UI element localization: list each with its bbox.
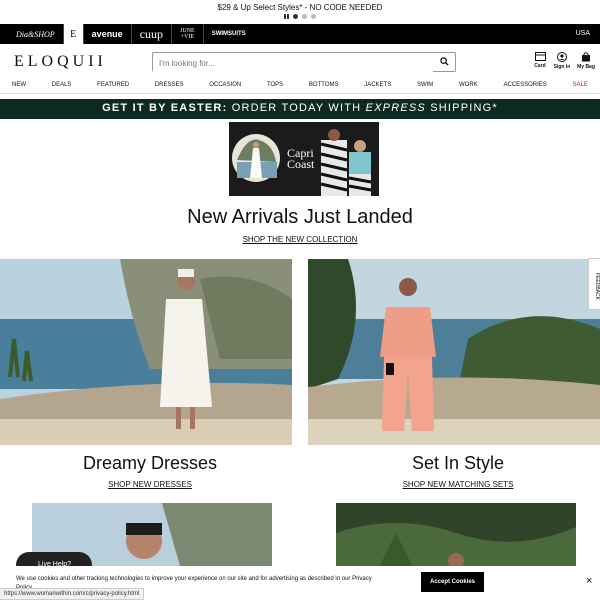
brand-june-vie[interactable]: JUNE +VIE — [172, 24, 204, 44]
nav-occasion[interactable]: OCCASION — [209, 82, 241, 88]
nav-sale[interactable]: SALE — [573, 82, 588, 88]
shopping-bag-icon — [582, 52, 590, 62]
region-selector[interactable]: USA — [576, 30, 590, 37]
search-box — [152, 52, 456, 73]
search-icon[interactable] — [440, 57, 449, 66]
nav-accessories[interactable]: ACCESSORIES — [503, 82, 546, 88]
nav-jackets[interactable]: JACKETS — [364, 82, 391, 88]
nav-swim[interactable]: SWIM — [417, 82, 433, 88]
card-button[interactable]: Card — [528, 52, 552, 69]
accept-cookies-button[interactable]: Accept Cookies — [421, 572, 484, 592]
close-icon[interactable]: × — [586, 575, 592, 587]
banner-title: Capri Coast — [287, 146, 315, 171]
lower-tile-right-image — [336, 503, 576, 573]
brand-eloquii[interactable]: E — [63, 24, 84, 44]
set-in-style-tile[interactable] — [308, 259, 600, 445]
dreamy-dresses-title: Dreamy Dresses — [82, 453, 218, 473]
shop-new-matching-sets-link[interactable]: SHOP NEW MATCHING SETS — [403, 480, 514, 489]
shop-new-dresses-link[interactable]: SHOP NEW DRESSES — [108, 480, 192, 489]
dreamy-dresses-image — [0, 259, 292, 445]
nav-deals[interactable]: DEALS — [52, 82, 72, 88]
promo-bar: $29 & Up Select Styles* - NO CODE NEEDED — [0, 0, 600, 24]
site-header: ELOQUII Card Sign In My Bag — [0, 44, 600, 76]
search-input[interactable] — [153, 54, 433, 73]
nav-new[interactable]: NEW — [12, 82, 26, 88]
set-in-style-image — [308, 259, 600, 445]
brand-dia[interactable]: Dia&SHOP — [8, 24, 64, 44]
browser-status-url: https://www.womanwithin.com/c/privacy-po… — [0, 588, 145, 600]
capri-coast-banner[interactable]: Capri Coast — [229, 122, 379, 196]
pause-icon[interactable] — [284, 14, 289, 19]
set-in-style-title: Set In Style — [411, 453, 505, 473]
nav-tops[interactable]: TOPS — [267, 82, 283, 88]
credit-card-icon — [534, 52, 546, 61]
set-in-style-caption: Set In Style SHOP NEW MATCHING SETS — [308, 453, 600, 492]
shop-new-collection-link[interactable]: SHOP THE NEW COLLECTION — [243, 235, 358, 244]
dreamy-dresses-caption: Dreamy Dresses SHOP NEW DRESSES — [0, 453, 300, 492]
brand-avenue[interactable]: avenue — [84, 24, 132, 44]
nav-dresses[interactable]: DRESSES — [155, 82, 184, 88]
new-arrivals-title: New Arrivals Just Landed — [187, 206, 413, 228]
site-logo[interactable]: ELOQUII — [14, 53, 107, 71]
lower-tile-right[interactable] — [336, 503, 576, 573]
nav-bottoms[interactable]: BOTTOMS — [309, 82, 339, 88]
brand-swimsuits[interactable]: SWIMSUITS — [204, 24, 254, 44]
carousel-dot[interactable] — [302, 14, 307, 19]
carousel-dot[interactable] — [311, 14, 316, 19]
carousel-dot[interactable] — [293, 14, 298, 19]
feedback-tab[interactable]: FEEDBACK — [588, 258, 600, 310]
bag-button[interactable]: My Bag — [574, 52, 598, 70]
main-nav: NEW DEALS FEATURED DRESSES OCCASION TOPS… — [0, 76, 600, 94]
brand-cuup[interactable]: cuup — [132, 24, 173, 44]
promo-text[interactable]: $29 & Up Select Styles* - NO CODE NEEDED — [0, 0, 600, 12]
sign-in-button[interactable]: Sign In — [550, 52, 574, 70]
nav-featured[interactable]: FEATURED — [97, 82, 129, 88]
easter-shipping-banner[interactable]: GET IT BY EASTER: ORDER TODAY WITH EXPRE… — [0, 99, 600, 119]
nav-work[interactable]: WORK — [459, 82, 478, 88]
new-arrivals-section: New Arrivals Just Landed SHOP THE NEW CO… — [0, 206, 600, 247]
user-icon — [557, 52, 567, 62]
dreamy-dresses-tile[interactable] — [0, 259, 292, 445]
promo-carousel-controls — [0, 14, 600, 19]
brand-bar: Dia&SHOP E avenue cuup JUNE +VIE SWIMSUI… — [0, 24, 600, 44]
